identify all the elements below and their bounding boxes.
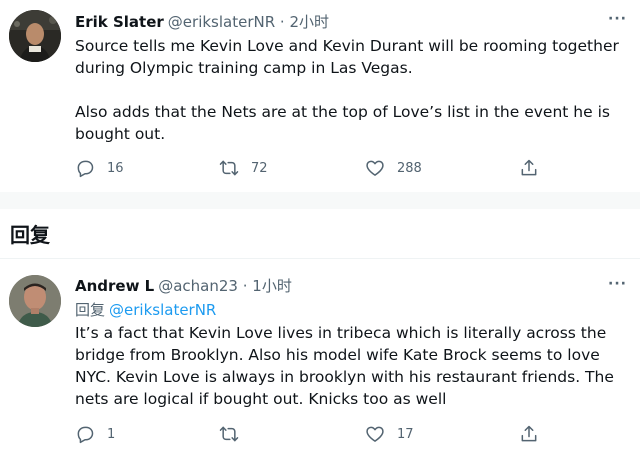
- reply-count: 16: [107, 160, 124, 176]
- tweet-text: Source tells me Kevin Love and Kevin Dur…: [75, 35, 631, 145]
- action-bar: 1 17: [75, 423, 575, 445]
- tweet-paragraph: It’s a fact that Kevin Love lives in tri…: [75, 324, 614, 408]
- avatar[interactable]: [9, 10, 61, 62]
- retweet-icon: [219, 426, 239, 442]
- reply-button[interactable]: 1: [75, 423, 115, 445]
- tweet-header: Andrew L @achan23 · 1小时: [75, 276, 292, 296]
- retweet-count: 72: [251, 160, 268, 176]
- avatar[interactable]: [9, 275, 61, 327]
- share-icon: [521, 159, 537, 176]
- reply-handle-link[interactable]: @erikslaterNR: [109, 301, 216, 319]
- avatar-image: [9, 275, 61, 327]
- author-name[interactable]: Andrew L: [75, 277, 154, 295]
- author-name[interactable]: Erik Slater: [75, 13, 164, 31]
- tweet-text: It’s a fact that Kevin Love lives in tri…: [75, 322, 631, 410]
- heart-icon: [366, 426, 384, 442]
- tweet-paragraph: Also adds that the Nets are at the top o…: [75, 103, 610, 143]
- author-meta: @erikslaterNR · 2小时: [167, 13, 329, 31]
- share-button[interactable]: [519, 157, 539, 179]
- replying-to: 回复 @erikslaterNR: [75, 300, 216, 320]
- share-button[interactable]: [519, 423, 539, 445]
- more-dots-icon[interactable]: ···: [608, 275, 626, 293]
- tweet-andrew-l[interactable]: Andrew L @achan23 · 1小时 ··· 回复 @erikslater…: [0, 259, 640, 459]
- reply-button[interactable]: 16: [75, 157, 124, 179]
- section-separator: [0, 192, 640, 209]
- like-button[interactable]: 288: [365, 157, 422, 179]
- author-meta: @achan23 · 1小时: [158, 277, 292, 295]
- share-icon: [521, 425, 537, 442]
- reply-bubble-icon: [77, 160, 94, 178]
- retweet-button[interactable]: [219, 423, 251, 445]
- retweet-icon: [219, 160, 239, 176]
- more-dots-icon[interactable]: ···: [608, 10, 626, 28]
- reply-count: 1: [107, 426, 116, 442]
- action-bar: 16 72 288: [75, 157, 575, 179]
- retweet-button[interactable]: 72: [219, 157, 268, 179]
- heart-icon: [366, 160, 384, 176]
- like-count: 17: [397, 426, 414, 442]
- tweet-header: Erik Slater @erikslaterNR · 2小时: [75, 12, 329, 32]
- reply-prefix: 回复: [75, 301, 106, 319]
- reply-bubble-icon: [77, 426, 94, 444]
- like-count: 288: [397, 160, 422, 176]
- tweet-erik-slater[interactable]: Erik Slater @erikslaterNR · 2小时 ··· Sourc…: [0, 0, 640, 192]
- tweet-paragraph: Source tells me Kevin Love and Kevin Dur…: [75, 37, 619, 77]
- replies-heading: 回复: [10, 223, 50, 247]
- avatar-image: [9, 10, 61, 62]
- like-button[interactable]: 17: [365, 423, 414, 445]
